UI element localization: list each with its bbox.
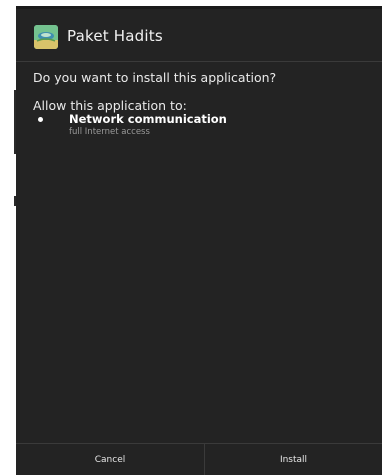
- permission-description: full Internet access: [69, 127, 150, 137]
- dialog-title-bar: Paket Hadits: [16, 20, 382, 54]
- cancel-button-label: Cancel: [94, 454, 126, 465]
- cancel-button[interactable]: Cancel: [16, 444, 205, 475]
- install-button-label: Install: [279, 454, 308, 465]
- install-question: Do you want to install this application?: [33, 70, 277, 85]
- screen: Paket Hadits Do you want to install this…: [0, 0, 382, 475]
- dialog-top-border: [16, 6, 382, 9]
- dimmed-background: [0, 0, 17, 475]
- dialog-button-bar: Cancel Install: [16, 443, 382, 475]
- install-dialog: Paket Hadits Do you want to install this…: [16, 6, 382, 475]
- install-button[interactable]: Install: [205, 444, 382, 475]
- permissions-header: Allow this application to:: [33, 98, 187, 113]
- app-name: Paket Hadits: [67, 27, 163, 45]
- title-divider: [16, 61, 382, 62]
- app-icon: [34, 25, 58, 49]
- permission-title: Network communication: [69, 112, 227, 126]
- bullet-icon: [38, 117, 43, 122]
